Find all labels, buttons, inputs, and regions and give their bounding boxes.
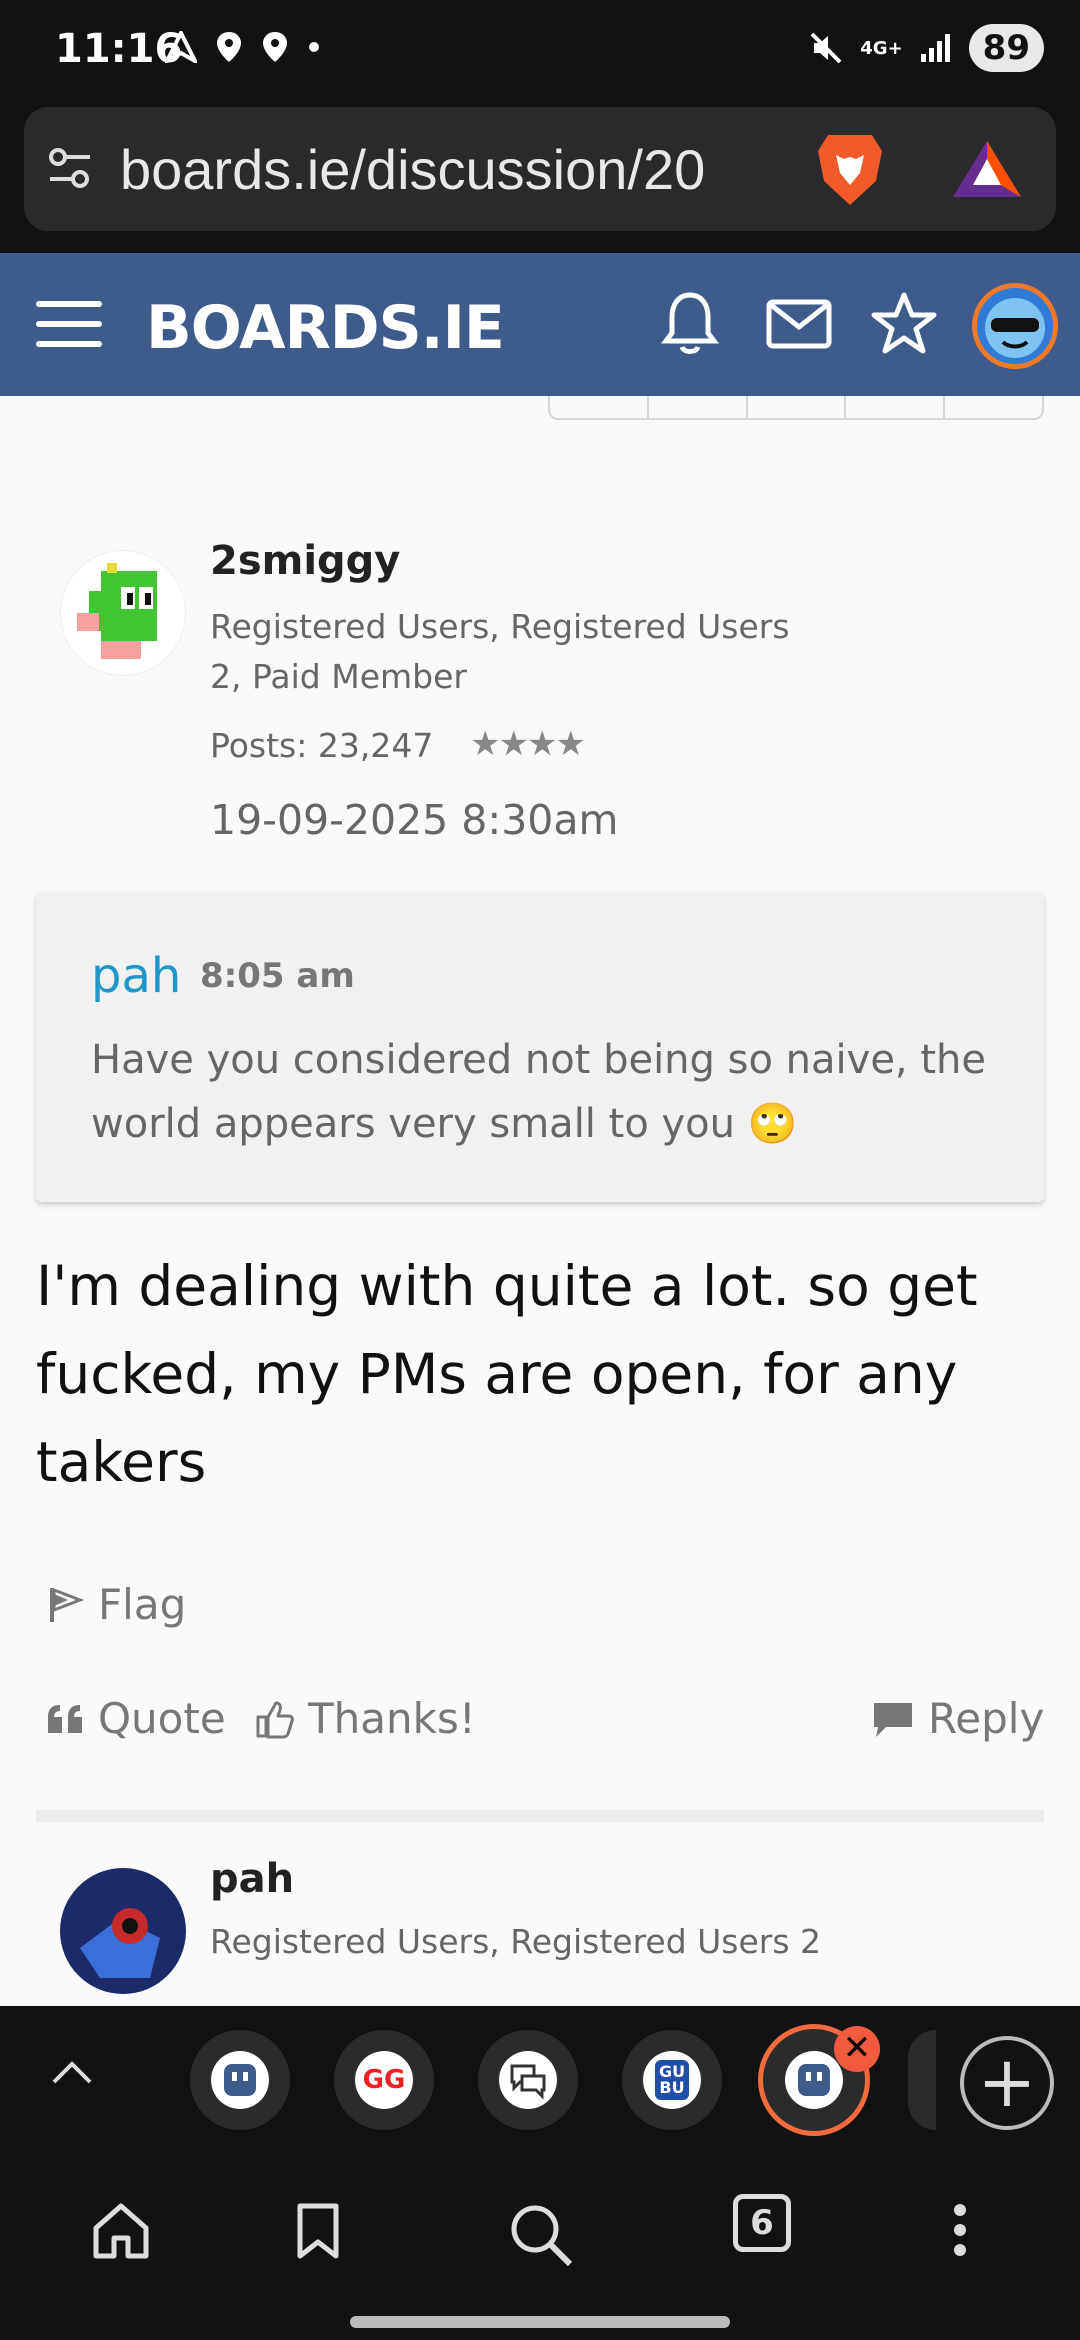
nav-arrow-icon <box>165 31 197 63</box>
notifications-bell-icon[interactable] <box>660 289 720 359</box>
robot-avatar-icon <box>63 1871 183 1991</box>
speech-bubble-icon <box>874 1702 912 1737</box>
browser-url-row: boards.ie/discussion/20 <box>0 105 1080 253</box>
brave-shields-icon[interactable] <box>814 129 886 209</box>
tab-boards[interactable] <box>190 2030 290 2130</box>
post-author-rank-stars: ★★★★ <box>470 724 586 764</box>
search-icon[interactable] <box>508 2202 574 2268</box>
pagination[interactable] <box>548 396 1044 420</box>
post-date[interactable]: 19-09-2025 8:30am <box>210 796 618 844</box>
tab-strip: GG GU BU ✕ + <box>0 2006 1080 2152</box>
thumbs-up-icon <box>256 1701 294 1738</box>
quote-label: Quote <box>98 1694 226 1743</box>
site-settings-icon[interactable] <box>46 147 94 191</box>
bub-dragon-icon <box>77 563 157 659</box>
post-author-name[interactable]: 2smiggy <box>210 538 400 584</box>
bookmark-icon[interactable] <box>296 2202 340 2260</box>
messages-envelope-icon[interactable] <box>766 299 832 349</box>
flag-icon <box>50 1587 84 1622</box>
location-pin-icon <box>217 32 241 62</box>
thanks-button[interactable]: Thanks! <box>254 1694 476 1743</box>
quote-marks-icon <box>48 1704 82 1733</box>
site-header: BOARDS.IE <box>0 253 1080 396</box>
post-author-roles: Registered Users, Registered Users 2, Pa… <box>210 607 790 696</box>
boards-favicon-icon <box>211 2051 269 2109</box>
status-time: 11:16 <box>55 26 183 72</box>
page-cell[interactable] <box>748 396 847 418</box>
bookmarks-star-icon[interactable] <box>870 291 938 357</box>
avatar-face-icon <box>985 298 1045 358</box>
post-divider <box>36 1810 1044 1822</box>
signal-icon <box>920 34 950 62</box>
more-menu-icon[interactable] <box>950 2202 970 2258</box>
chevron-up-icon[interactable] <box>50 2056 94 2086</box>
site-logo[interactable]: BOARDS.IE <box>146 293 505 363</box>
new-tab-button[interactable]: + <box>960 2036 1054 2130</box>
chat-bubbles-favicon-icon <box>499 2051 557 2109</box>
url-bar[interactable]: boards.ie/discussion/20 <box>24 107 1056 231</box>
quoted-text: Have you considered not being so naive, … <box>91 1037 986 1147</box>
thanks-label: Thanks! <box>308 1694 476 1743</box>
next-post-author-roles: Registered Users, Registered Users 2 <box>210 1922 822 1961</box>
next-post-author-name[interactable]: pah <box>210 1856 294 1902</box>
quoted-time: 8:05 am <box>200 956 355 996</box>
reply-label: Reply <box>928 1694 1045 1743</box>
home-icon[interactable] <box>90 2202 152 2260</box>
page-cell[interactable] <box>550 396 649 418</box>
tab-switcher-button[interactable]: 6 <box>733 2194 791 2252</box>
boards-favicon-icon <box>785 2051 843 2109</box>
post-author-post-count: Posts: 23,247 <box>210 726 434 765</box>
browser-toolbar: 6 <box>0 2152 1080 2340</box>
flag-button[interactable]: Flag <box>46 1580 186 1629</box>
mute-icon <box>810 32 842 64</box>
battery-indicator: 89 <box>968 24 1044 72</box>
tab-partial[interactable] <box>908 2030 936 2130</box>
network-type: 4G+ <box>860 37 903 59</box>
close-tab-icon[interactable]: ✕ <box>834 2026 880 2072</box>
page-cell[interactable] <box>945 396 1042 418</box>
quoted-post: pah 8:05 am Have you considered not bein… <box>36 892 1044 1202</box>
flag-label: Flag <box>98 1580 187 1629</box>
brave-rewards-icon[interactable] <box>949 137 1025 201</box>
page-cell[interactable] <box>649 396 748 418</box>
page-cell[interactable] <box>846 396 946 418</box>
tab-chat[interactable] <box>478 2030 578 2130</box>
post-body: I'm dealing with quite a lot. so get fuc… <box>36 1254 978 1494</box>
dot-icon <box>309 42 319 52</box>
user-avatar[interactable] <box>972 283 1058 369</box>
gg-favicon-icon: GG <box>355 2051 413 2109</box>
tab-gubu[interactable]: GU BU <box>622 2030 722 2130</box>
next-post-author-avatar[interactable] <box>60 1868 186 1994</box>
tab-gg[interactable]: GG <box>334 2030 434 2130</box>
thread-content: 2smiggy Registered Users, Registered Use… <box>0 396 1080 2006</box>
gubu-favicon-icon: GU BU <box>643 2051 701 2109</box>
location-pin-icon <box>263 32 287 62</box>
quoted-author[interactable]: pah <box>91 948 181 1004</box>
quote-button[interactable]: Quote <box>46 1694 226 1743</box>
menu-icon[interactable] <box>36 301 102 349</box>
status-bar: 11:16 4G+ 89 <box>0 0 1080 105</box>
status-notification-icons <box>165 30 321 64</box>
post-author-avatar[interactable] <box>60 550 186 676</box>
reply-button[interactable]: Reply <box>872 1694 1044 1743</box>
url-text[interactable]: boards.ie/discussion/20 <box>120 137 810 202</box>
gesture-bar[interactable] <box>350 2316 730 2328</box>
